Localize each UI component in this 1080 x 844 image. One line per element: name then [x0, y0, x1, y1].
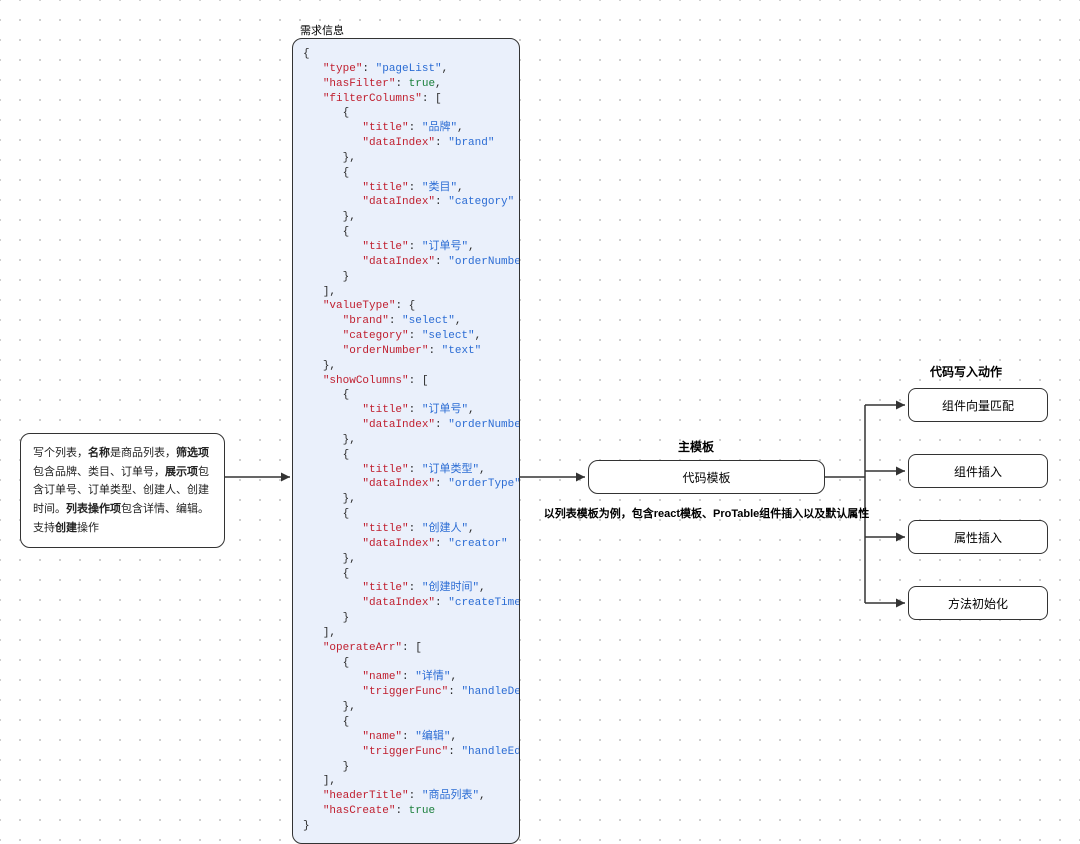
requirement-text: 写个列表，名称是商品列表，筛选项包含品牌、类目、订单号，展示项包含订单号、订单类… [33, 444, 212, 537]
actions-title: 代码写入动作 [930, 363, 1002, 380]
code-template-subtext: 以列表模板为例，包含react模板、ProTable组件插入以及默认属性 [535, 505, 878, 521]
code-template-box: 代码模板 [588, 460, 825, 494]
action-vector-match: 组件向量匹配 [908, 388, 1048, 422]
action-label: 组件插入 [954, 463, 1002, 480]
json-title: 需求信息 [300, 22, 344, 38]
action-component-insert: 组件插入 [908, 454, 1048, 488]
action-label: 方法初始化 [948, 595, 1008, 612]
action-label: 属性插入 [954, 529, 1002, 546]
main-template-title: 主模板 [678, 438, 714, 455]
action-label: 组件向量匹配 [942, 397, 1014, 414]
requirement-box: 写个列表，名称是商品列表，筛选项包含品牌、类目、订单号，展示项包含订单号、订单类… [20, 433, 225, 548]
json-code-panel: { "type": "pageList", "hasFilter": true,… [292, 38, 520, 844]
action-method-init: 方法初始化 [908, 586, 1048, 620]
code-template-label: 代码模板 [682, 469, 730, 486]
action-attr-insert: 属性插入 [908, 520, 1048, 554]
